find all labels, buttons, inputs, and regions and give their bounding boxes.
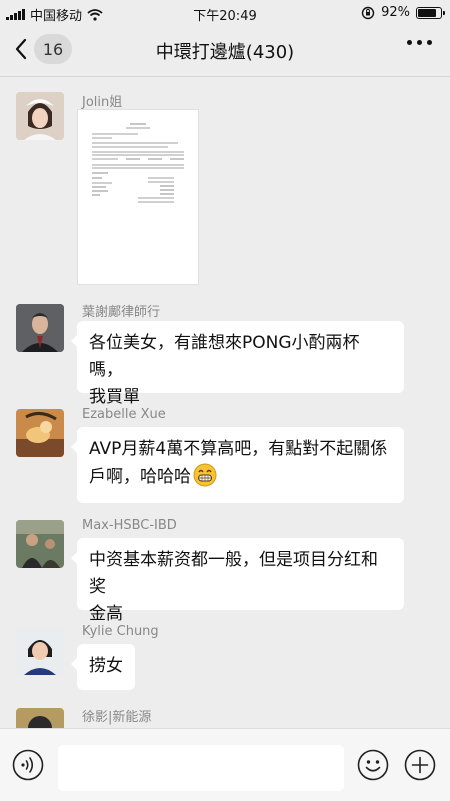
avatar[interactable] — [16, 304, 64, 352]
sender-name: Ezabelle Xue — [82, 407, 166, 422]
message-input[interactable] — [58, 745, 344, 791]
sender-name: Kylie Chung — [82, 624, 159, 639]
emoji-icon[interactable] — [357, 749, 389, 781]
back-button[interactable]: 16 — [14, 34, 72, 64]
shared-document-image[interactable] — [77, 109, 199, 285]
message-bubble[interactable]: 各位美女，有誰想來PONG小酌兩杯嗎， 我買單 — [71, 321, 404, 407]
sender-name: 葉謝鄺律師行 — [82, 305, 161, 320]
sender-name: 徐影|新能源 — [82, 710, 152, 725]
sender-name: Jolin姐 — [82, 95, 123, 110]
battery-icon — [416, 6, 445, 19]
avatar[interactable] — [16, 627, 64, 675]
avatar[interactable] — [16, 409, 64, 457]
chat-header: 中環打邊爐(430) 16 — [0, 26, 450, 77]
message-line: 捞女 — [89, 656, 123, 676]
sender-name: Max-HSBC-IBD — [82, 518, 177, 533]
input-bar — [0, 728, 450, 801]
avatar[interactable] — [16, 708, 64, 728]
message-line: 各位美女，有誰想來PONG小酌兩杯嗎， — [89, 333, 360, 380]
rotation-lock-icon — [361, 6, 375, 19]
message-line: 中资基本薪资都一般，但是项目分红和奖 — [89, 550, 378, 597]
chat-area[interactable]: Jolin姐 葉謝鄺律師行 各位美女，有誰想來PONG小酌兩杯嗎， 我買單 Ez… — [0, 77, 450, 728]
more-options-button[interactable] — [407, 40, 432, 45]
status-bar: 中国移动 下午20:49 92% — [0, 0, 450, 26]
grin-emoji-icon — [193, 463, 217, 487]
chevron-left-icon — [15, 38, 27, 60]
unread-count-badge: 16 — [34, 34, 72, 64]
avatar[interactable] — [16, 92, 64, 140]
voice-icon[interactable] — [12, 749, 44, 781]
message-bubble[interactable]: 捞女 — [71, 644, 135, 690]
message-line: AVP月薪4萬不算高吧，有點對不起關係 — [89, 439, 388, 459]
message-line: 戶啊，哈哈哈 — [89, 467, 191, 487]
message-bubble[interactable]: 中资基本薪资都一般，但是项目分红和奖 金高 — [71, 538, 404, 624]
avatar[interactable] — [16, 520, 64, 568]
plus-icon[interactable] — [404, 749, 436, 781]
battery-percent: 92% — [381, 5, 410, 20]
message-bubble[interactable]: AVP月薪4萬不算高吧，有點對不起關係 戶啊，哈哈哈 — [71, 427, 404, 503]
